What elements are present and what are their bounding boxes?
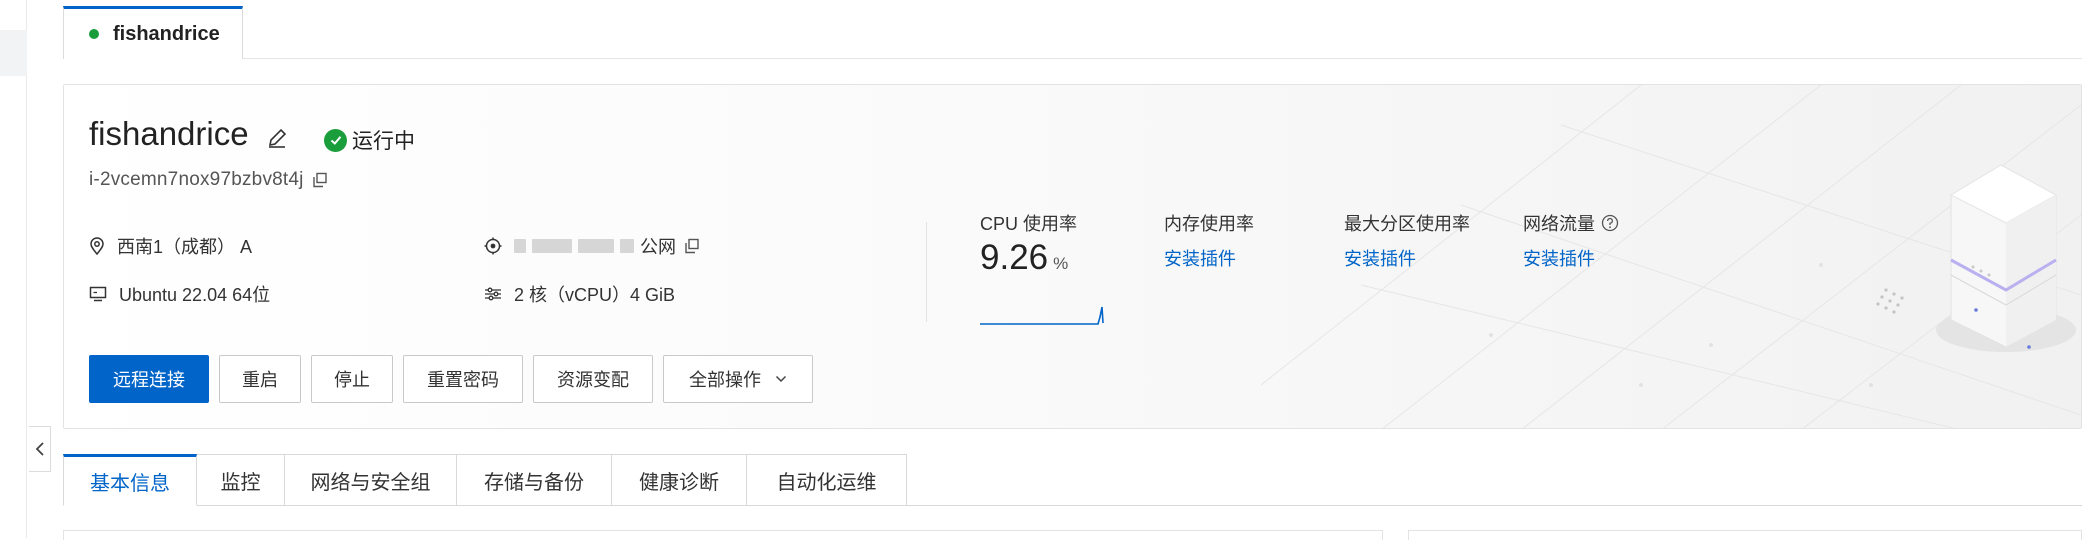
masked-ip-part (514, 239, 526, 253)
masked-ip-part (620, 239, 634, 253)
tab-bar-divider (243, 58, 2082, 59)
public-ip-suffix: 公网 (640, 237, 676, 257)
tab-basic-info[interactable]: 基本信息 (63, 454, 197, 506)
chevron-left-icon (35, 442, 44, 456)
status-text: 运行中 (352, 130, 415, 153)
left-rail-active-item[interactable] (0, 30, 27, 76)
network-install-plugin-link[interactable]: 安装插件 (1523, 245, 1595, 271)
cpu-value-unit: % (1053, 254, 1069, 273)
spec-text: 2 核（vCPU）4 GiB (514, 285, 676, 305)
tab-monitoring[interactable]: 监控 (197, 454, 285, 506)
memory-install-plugin-link[interactable]: 安装插件 (1164, 245, 1236, 271)
detail-tabs: 基本信息 监控 网络与安全组 存储与备份 健康诊断 自动化运维 (63, 454, 907, 506)
public-ip-info: 公网 (484, 233, 712, 259)
network-traffic-text: 网络流量 (1523, 214, 1595, 234)
restart-button[interactable]: 重启 (219, 355, 301, 403)
content-panel-left (63, 530, 1383, 540)
instance-id-text: i-2vcemn7nox97bzbv8t4j (89, 169, 304, 190)
reset-password-button[interactable]: 重置密码 (403, 355, 523, 403)
instance-overview-card: fishandrice 运行中 i-2vcemn7nox97bzbv8t4j 西… (63, 84, 2082, 429)
disk-install-plugin-link[interactable]: 安装插件 (1344, 245, 1416, 271)
cpu-usage-value: 9.26% (980, 238, 1068, 278)
os-monitor-icon (89, 286, 107, 302)
instance-title: fishandrice (89, 115, 249, 152)
ip-target-icon (484, 237, 502, 255)
all-actions-label: 全部操作 (689, 370, 761, 390)
instance-id: i-2vcemn7nox97bzbv8t4j (89, 169, 328, 191)
cpu-usage-label: CPU 使用率 (980, 214, 1078, 234)
copy-icon[interactable] (312, 172, 328, 188)
cpu-value-number: 9.26 (980, 238, 1049, 277)
sidebar-collapse-button[interactable] (29, 426, 51, 472)
region-info: 西南1（成都） A (89, 233, 252, 259)
masked-ip-part (578, 239, 614, 253)
check-circle-icon (324, 128, 347, 152)
masked-ip-part (532, 239, 572, 253)
os-text: Ubuntu 22.04 64位 (119, 285, 271, 305)
memory-usage-label: 内存使用率 (1164, 214, 1254, 234)
cpu-sparkline (980, 306, 1104, 325)
left-rail (0, 0, 27, 538)
disk-usage-label: 最大分区使用率 (1344, 214, 1470, 234)
all-actions-dropdown[interactable]: 全部操作 (663, 355, 813, 403)
spec-sliders-icon (485, 287, 501, 301)
instance-tab[interactable]: fishandrice (63, 6, 243, 59)
region-text: 西南1（成都） A (117, 237, 253, 257)
edit-icon[interactable] (266, 127, 288, 149)
location-icon (90, 237, 104, 255)
tab-network-security-group[interactable]: 网络与安全组 (285, 454, 457, 506)
network-traffic-label: 网络流量 (1523, 210, 1619, 236)
instance-tab-label: fishandrice (113, 22, 220, 45)
status-badge: 运行中 (324, 125, 415, 155)
stop-button[interactable]: 停止 (311, 355, 393, 403)
tab-storage-backup[interactable]: 存储与备份 (457, 454, 612, 506)
tab-automation-ops[interactable]: 自动化运维 (747, 454, 907, 506)
copy-icon[interactable] (684, 238, 700, 254)
action-buttons: 远程连接 重启 停止 重置密码 资源变配 全部操作 (89, 355, 813, 403)
running-status-dot (89, 29, 99, 39)
content-panel-right (1408, 530, 2082, 540)
section-divider (926, 222, 927, 322)
detail-tabs-divider (907, 505, 2082, 506)
tab-health-diagnosis[interactable]: 健康诊断 (612, 454, 747, 506)
os-info: Ubuntu 22.04 64位 (89, 281, 270, 307)
spec-info: 2 核（vCPU）4 GiB (484, 281, 675, 307)
chevron-down-icon (775, 375, 787, 383)
help-circle-icon[interactable] (1601, 214, 1619, 232)
remote-connect-button[interactable]: 远程连接 (89, 355, 209, 403)
resize-button[interactable]: 资源变配 (533, 355, 653, 403)
